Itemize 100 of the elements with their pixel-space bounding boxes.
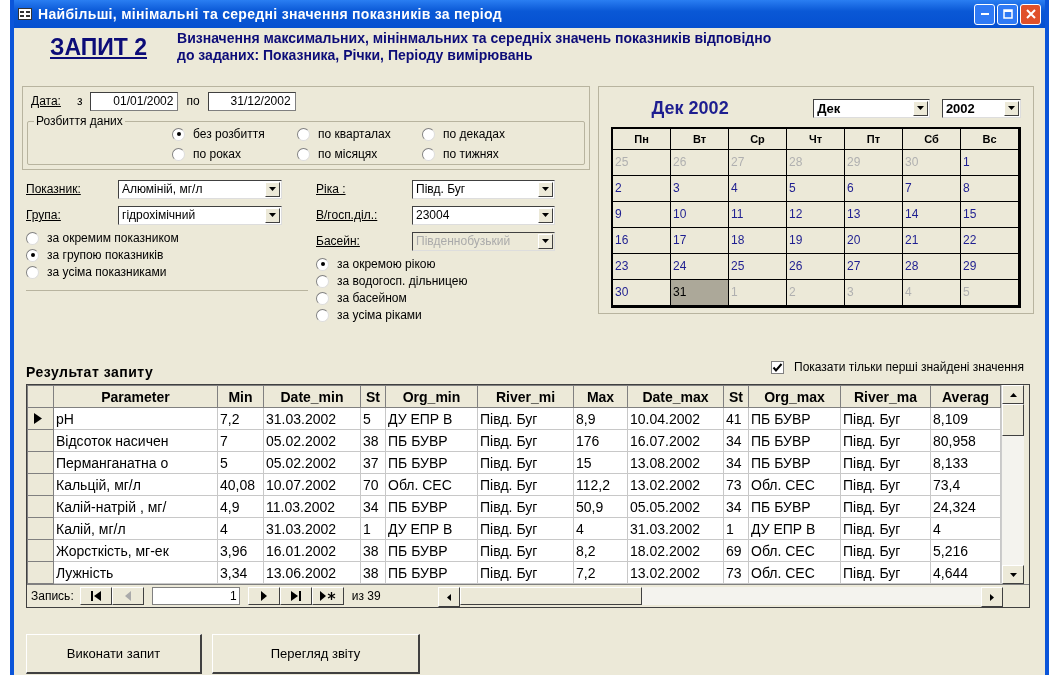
column-header[interactable]: Org_min — [385, 385, 478, 408]
column-header[interactable]: St — [360, 385, 386, 408]
calendar-day[interactable]: 13 — [845, 202, 903, 228]
calendar-day[interactable]: 7 — [903, 176, 961, 202]
first-record-button[interactable] — [79, 587, 112, 605]
close-button[interactable] — [1020, 3, 1041, 25]
radio-button[interactable] — [422, 127, 435, 141]
radio-button[interactable] — [297, 147, 310, 161]
calendar-day[interactable]: 26 — [787, 254, 845, 280]
radio-button[interactable] — [26, 265, 39, 279]
radio-button[interactable] — [316, 308, 329, 322]
dropdown-field[interactable]: Півд. Буг — [412, 179, 555, 199]
column-header[interactable]: Date_max — [627, 385, 724, 408]
radio-button[interactable] — [172, 127, 185, 141]
calendar-day[interactable]: 28 — [903, 254, 961, 280]
column-header[interactable]: St — [723, 385, 749, 408]
column-header[interactable]: Min — [217, 385, 264, 408]
calendar-day[interactable]: 12 — [787, 202, 845, 228]
record-number-field[interactable]: 1 — [151, 587, 240, 605]
column-header[interactable]: Max — [573, 385, 628, 408]
calendar-day[interactable]: 23 — [613, 254, 671, 280]
calendar-day[interactable]: 20 — [845, 228, 903, 254]
radio-button[interactable] — [316, 257, 329, 271]
row-selector[interactable] — [27, 407, 54, 430]
column-header[interactable]: Org_max — [748, 385, 841, 408]
results-title: Результат запиту — [26, 364, 155, 382]
calendar-day[interactable]: 16 — [613, 228, 671, 254]
calendar-day[interactable]: 30 — [613, 280, 671, 306]
table-cell: Перманганатна о — [53, 451, 218, 474]
table-cell: 70 — [360, 473, 386, 496]
calendar-day[interactable]: 27 — [845, 254, 903, 280]
calendar-day[interactable]: 19 — [787, 228, 845, 254]
scroll-thumb[interactable] — [460, 587, 642, 605]
column-header[interactable]: River_ma — [840, 385, 931, 408]
action-button[interactable]: Перегляд звіту — [212, 634, 420, 674]
column-header[interactable]: Averag — [930, 385, 1001, 408]
calendar-day[interactable]: 3 — [671, 176, 729, 202]
radio-button[interactable] — [26, 231, 39, 245]
year-dropdown[interactable]: 2002 — [941, 98, 1021, 118]
calendar-day[interactable]: 25 — [729, 254, 787, 280]
table-cell: 41 — [723, 407, 749, 430]
radio-button[interactable] — [316, 274, 329, 288]
table-cell: ДУ ЕПР В — [748, 517, 841, 540]
table-cell: 11.03.2002 — [263, 495, 361, 518]
minimize-button[interactable] — [974, 3, 995, 25]
radio-button[interactable] — [297, 127, 310, 141]
table-cell: 1 — [723, 517, 749, 540]
month-dropdown[interactable]: Дек — [813, 98, 930, 118]
column-header[interactable]: Date_min — [263, 385, 361, 408]
calendar-day[interactable]: 24 — [671, 254, 729, 280]
new-record-button[interactable] — [311, 587, 344, 605]
table-cell: ДУ ЕПР В — [385, 407, 478, 430]
action-button[interactable]: Виконати запит — [26, 634, 202, 674]
current-row-icon — [34, 412, 42, 424]
radio-button[interactable] — [422, 147, 435, 161]
calendar-day[interactable]: 10 — [671, 202, 729, 228]
table-cell: 73 — [723, 561, 749, 584]
radio-button[interactable] — [26, 248, 39, 262]
calendar-day[interactable]: 21 — [903, 228, 961, 254]
maximize-button[interactable] — [997, 3, 1018, 25]
calendar-day[interactable]: 11 — [729, 202, 787, 228]
dropdown-field[interactable]: гідрохімічний — [118, 205, 282, 225]
calendar-day[interactable]: 18 — [729, 228, 787, 254]
table-cell: 4 — [573, 517, 628, 540]
calendar-day[interactable]: 5 — [787, 176, 845, 202]
calendar-day[interactable]: 6 — [845, 176, 903, 202]
dropdown-field[interactable]: Алюміній, мг/л — [118, 179, 282, 199]
date-to-field[interactable]: 31/12/2002 — [207, 91, 296, 111]
calendar-day[interactable]: 31 — [671, 280, 729, 306]
scroll-thumb[interactable] — [1002, 404, 1024, 436]
calendar-day[interactable]: 8 — [961, 176, 1019, 202]
checkbox[interactable] — [771, 360, 784, 374]
calendar-day[interactable]: 1 — [961, 150, 1019, 176]
calendar-day[interactable]: 22 — [961, 228, 1019, 254]
table-cell: 4,644 — [930, 561, 1001, 584]
last-record-button[interactable] — [279, 587, 312, 605]
calendar-day[interactable]: 15 — [961, 202, 1019, 228]
table-cell: Обл. СЕС — [385, 473, 478, 496]
horizontal-scrollbar[interactable] — [438, 587, 1003, 605]
dropdown-field[interactable]: 23004 — [412, 205, 555, 225]
previous-record-button[interactable] — [111, 587, 144, 605]
column-header[interactable]: Parameter — [53, 385, 218, 408]
calendar-day[interactable]: 29 — [961, 254, 1019, 280]
scroll-up-icon — [1009, 392, 1017, 397]
table-cell: ДУ ЕПР В — [385, 517, 478, 540]
calendar-day[interactable]: 14 — [903, 202, 961, 228]
column-header[interactable]: River_mi — [477, 385, 574, 408]
radio-label: по тижнях — [443, 147, 499, 161]
radio-button[interactable] — [172, 147, 185, 161]
table-cell: 15 — [573, 451, 628, 474]
calendar-day[interactable]: 9 — [613, 202, 671, 228]
calendar-day[interactable]: 17 — [671, 228, 729, 254]
calendar-day[interactable]: 4 — [729, 176, 787, 202]
radio-button[interactable] — [316, 291, 329, 305]
table-cell: 13.08.2002 — [627, 451, 724, 474]
vertical-scrollbar[interactable] — [1001, 385, 1024, 584]
date-from-field[interactable]: 01/01/2002 — [90, 91, 179, 111]
calendar-day[interactable]: 2 — [613, 176, 671, 202]
next-record-button[interactable] — [247, 587, 280, 605]
table-cell: 31.03.2002 — [263, 407, 361, 430]
